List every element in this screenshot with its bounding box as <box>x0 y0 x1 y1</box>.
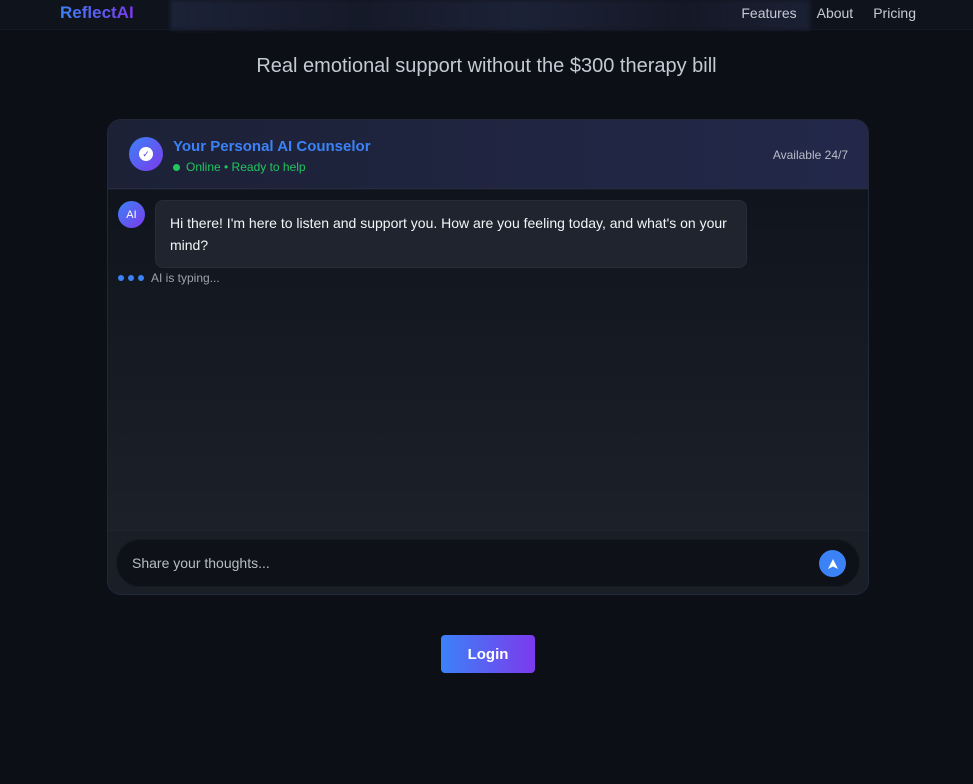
send-arrow-icon <box>827 558 838 569</box>
typing-dots-icon <box>118 275 144 281</box>
ai-message-bubble: Hi there! I'm here to listen and support… <box>155 200 747 268</box>
blurred-nav-background <box>170 0 810 30</box>
typing-text: AI is typing... <box>151 271 220 285</box>
login-button[interactable]: Login <box>441 635 535 673</box>
hero-tagline: Real emotional support without the $300 … <box>256 55 717 77</box>
ai-logo-icon: ✓ <box>129 137 163 171</box>
send-button[interactable] <box>819 550 846 577</box>
brand-logo[interactable]: ReflectAI <box>60 3 134 23</box>
message-input[interactable] <box>130 552 770 574</box>
chat-window: ✓ Your Personal AI Counselor Online • Re… <box>107 119 869 595</box>
chat-input-area <box>108 530 868 594</box>
nav-link-about[interactable]: About <box>817 5 854 21</box>
typing-indicator: AI is typing... <box>118 271 220 285</box>
chat-header: ✓ Your Personal AI Counselor Online • Re… <box>108 120 868 189</box>
message-list[interactable]: AI Hi there! I'm here to listen and supp… <box>108 190 868 530</box>
chat-status: Online • Ready to help <box>173 160 306 174</box>
top-navigation: ReflectAI Features About Pricing <box>0 0 973 30</box>
chat-status-text: Online • Ready to help <box>186 160 306 174</box>
nav-links: Features About Pricing <box>741 5 916 21</box>
nav-link-features[interactable]: Features <box>741 5 796 21</box>
chat-input-container <box>116 539 860 587</box>
chat-title: Your Personal AI Counselor <box>173 138 371 155</box>
ai-avatar: AI <box>118 201 145 228</box>
availability-label: Available 24/7 <box>772 148 848 162</box>
online-dot-icon <box>173 163 180 171</box>
nav-link-pricing[interactable]: Pricing <box>873 5 916 21</box>
